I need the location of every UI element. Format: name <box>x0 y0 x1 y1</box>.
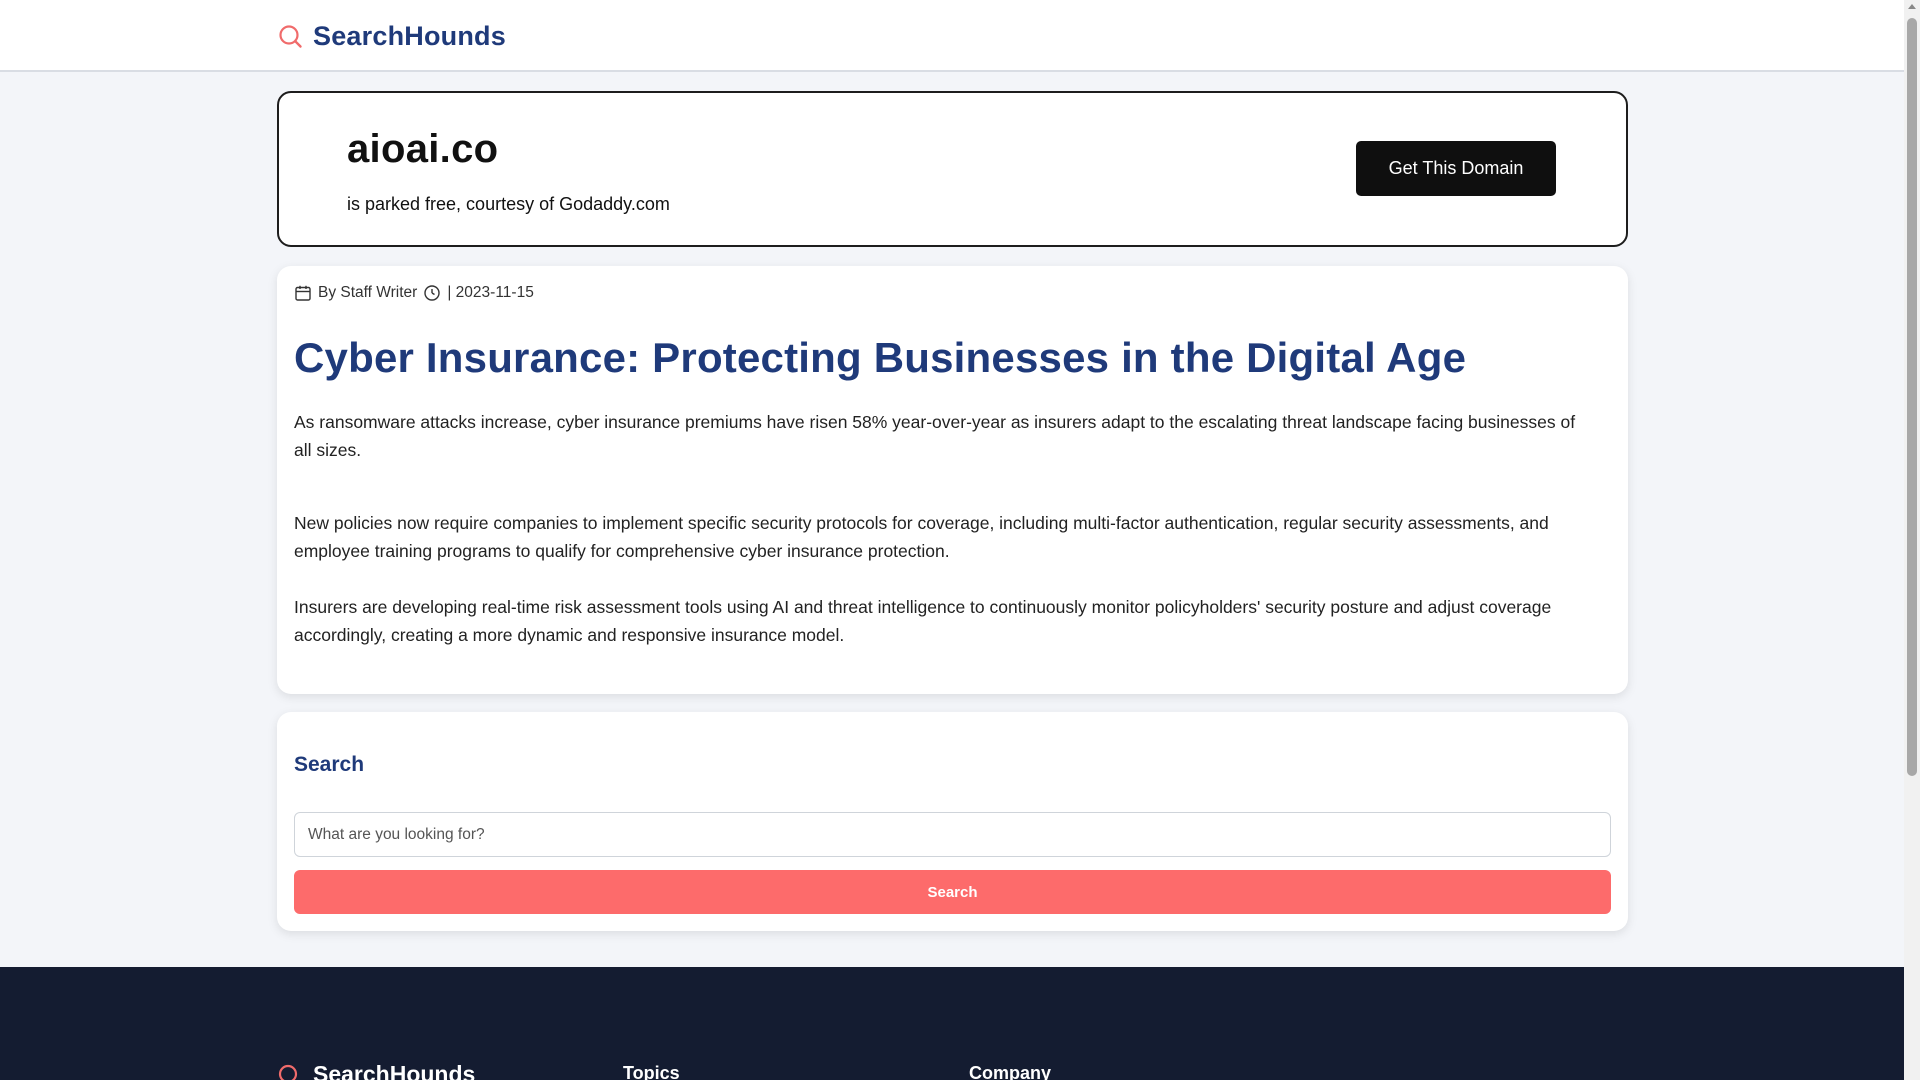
footer-column-topics: Topics <box>623 1063 680 1080</box>
brand-logo-link[interactable]: SearchHounds <box>277 16 506 56</box>
domain-name: aioai.co <box>347 127 499 171</box>
page: SearchHounds aioai.co is parked free, co… <box>0 0 1904 1080</box>
calendar-icon <box>294 284 312 302</box>
article-paragraph: New policies now require companies to im… <box>294 513 1549 561</box>
article-title: Cyber Insurance: Protecting Businesses i… <box>294 334 1467 381</box>
site-header: SearchHounds <box>0 0 1904 72</box>
page-scrollbar[interactable] <box>1904 0 1920 1080</box>
footer-column-company: Company <box>969 1063 1052 1080</box>
search-icon <box>277 22 305 50</box>
search-icon <box>277 1062 303 1080</box>
scroll-up-arrow-icon[interactable] <box>1908 4 1916 9</box>
search-card: Search Search <box>277 712 1628 931</box>
article-paragraph: As ransomware attacks increase, cyber in… <box>294 412 1576 460</box>
site-footer: SearchHounds Topics Company <box>0 967 1904 1080</box>
domain-parked-notice: is parked free, courtesy of Godaddy.com <box>347 194 670 214</box>
footer-brand-name: SearchHounds <box>313 1061 476 1080</box>
article-card: By Staff Writer | 2023-11-15 Cyber Insur… <box>277 266 1628 694</box>
get-this-domain-button[interactable]: Get This Domain <box>1356 141 1556 196</box>
article-author: By Staff Writer <box>318 284 418 301</box>
brand-name: SearchHounds <box>313 20 506 51</box>
search-input[interactable] <box>294 812 1611 857</box>
domain-banner: aioai.co is parked free, courtesy of God… <box>277 91 1628 247</box>
article-paragraph: Insurers are developing real-time risk a… <box>294 597 1552 645</box>
scrollbar-thumb[interactable] <box>1907 18 1917 776</box>
search-heading: Search <box>294 753 365 776</box>
article-date: | 2023-11-15 <box>447 284 534 301</box>
search-button[interactable]: Search <box>294 870 1611 914</box>
article-meta: By Staff Writer | 2023-11-15 <box>294 284 534 302</box>
clock-icon <box>423 284 441 302</box>
footer-brand[interactable]: SearchHounds <box>277 1061 475 1080</box>
